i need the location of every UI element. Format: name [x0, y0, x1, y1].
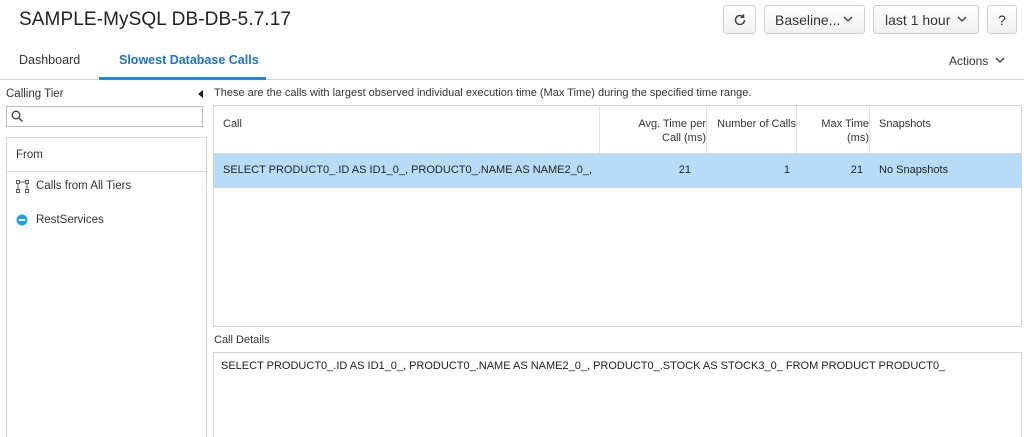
column-header-line: Call (ms) — [662, 132, 706, 144]
cell-avg-time: 21 — [678, 164, 691, 176]
column-divider[interactable] — [599, 106, 600, 154]
cell-number-of-calls: 1 — [783, 164, 790, 176]
tier-list-header: From — [7, 138, 206, 172]
cell-snapshots: No Snapshots — [879, 164, 949, 176]
column-header-line: Max Time — [821, 118, 869, 130]
tab-slowest-database-calls[interactable]: Slowest Database Calls — [119, 53, 259, 67]
help-label: ? — [998, 11, 1006, 28]
tier-list: From Calls from All Tiers RestServices — [6, 137, 207, 437]
collapse-pane-icon[interactable] — [198, 90, 203, 98]
column-divider[interactable] — [796, 106, 797, 154]
tab-dashboard[interactable]: Dashboard — [19, 53, 80, 67]
table-row[interactable]: SELECT PRODUCT0_.ID AS ID1_0_, PRODUCT0_… — [214, 154, 1021, 188]
active-tab-indicator — [99, 77, 266, 80]
calling-tier-title: Calling Tier — [6, 88, 64, 100]
slowest-calls-table: Call Avg. Time per Call (ms) Number of C… — [213, 105, 1022, 327]
time-range-label: last 1 hour — [885, 11, 951, 28]
service-icon — [16, 214, 28, 226]
tiers-icon — [16, 180, 29, 193]
baseline-dropdown[interactable]: Baseline... — [764, 5, 865, 34]
title-bar: SAMPLE-MySQL DB-DB-5.7.17 Baseline... la… — [0, 0, 1024, 40]
call-details-label: Call Details — [214, 334, 270, 346]
help-button[interactable]: ? — [987, 5, 1017, 34]
cell-max-time: 21 — [850, 164, 863, 176]
call-details-text: SELECT PRODUCT0_.ID AS ID1_0_, PRODUCT0_… — [221, 360, 946, 372]
column-header-line: Avg. Time per — [638, 118, 706, 130]
cell-call: SELECT PRODUCT0_.ID AS ID1_0_, PRODUCT0_… — [223, 164, 593, 176]
tier-item-all-tiers[interactable]: Calls from All Tiers — [7, 173, 206, 201]
column-divider[interactable] — [869, 106, 870, 154]
from-label: From — [16, 149, 43, 161]
tier-item-label: RestServices — [36, 214, 104, 226]
page-title: SAMPLE-MySQL DB-DB-5.7.17 — [19, 9, 292, 30]
refresh-icon — [734, 13, 745, 25]
baseline-label: Baseline... — [775, 11, 841, 28]
slowest-calls-pane: These are the calls with largest observe… — [207, 81, 1024, 437]
calling-tier-pane: Calling Tier From Calls from All Tiers R… — [0, 81, 207, 437]
calls-description: These are the calls with largest observe… — [214, 87, 752, 99]
tier-item-label: Calls from All Tiers — [36, 180, 132, 192]
chevron-down-icon — [843, 16, 853, 23]
column-divider[interactable] — [706, 106, 707, 154]
refresh-button[interactable] — [723, 5, 756, 34]
call-details-box: SELECT PRODUCT0_.ID AS ID1_0_, PRODUCT0_… — [213, 352, 1022, 437]
actions-menu[interactable]: Actions — [949, 54, 988, 68]
column-header-line: (ms) — [847, 132, 869, 144]
chevron-down-icon — [957, 16, 967, 23]
tab-bar: Dashboard Slowest Database Calls Actions — [0, 40, 1024, 80]
search-icon — [11, 110, 24, 123]
tier-item-restservices[interactable]: RestServices — [7, 207, 206, 235]
time-range-dropdown[interactable]: last 1 hour — [873, 5, 979, 34]
chevron-down-icon[interactable] — [995, 57, 1005, 64]
tier-search-input[interactable] — [6, 106, 203, 127]
